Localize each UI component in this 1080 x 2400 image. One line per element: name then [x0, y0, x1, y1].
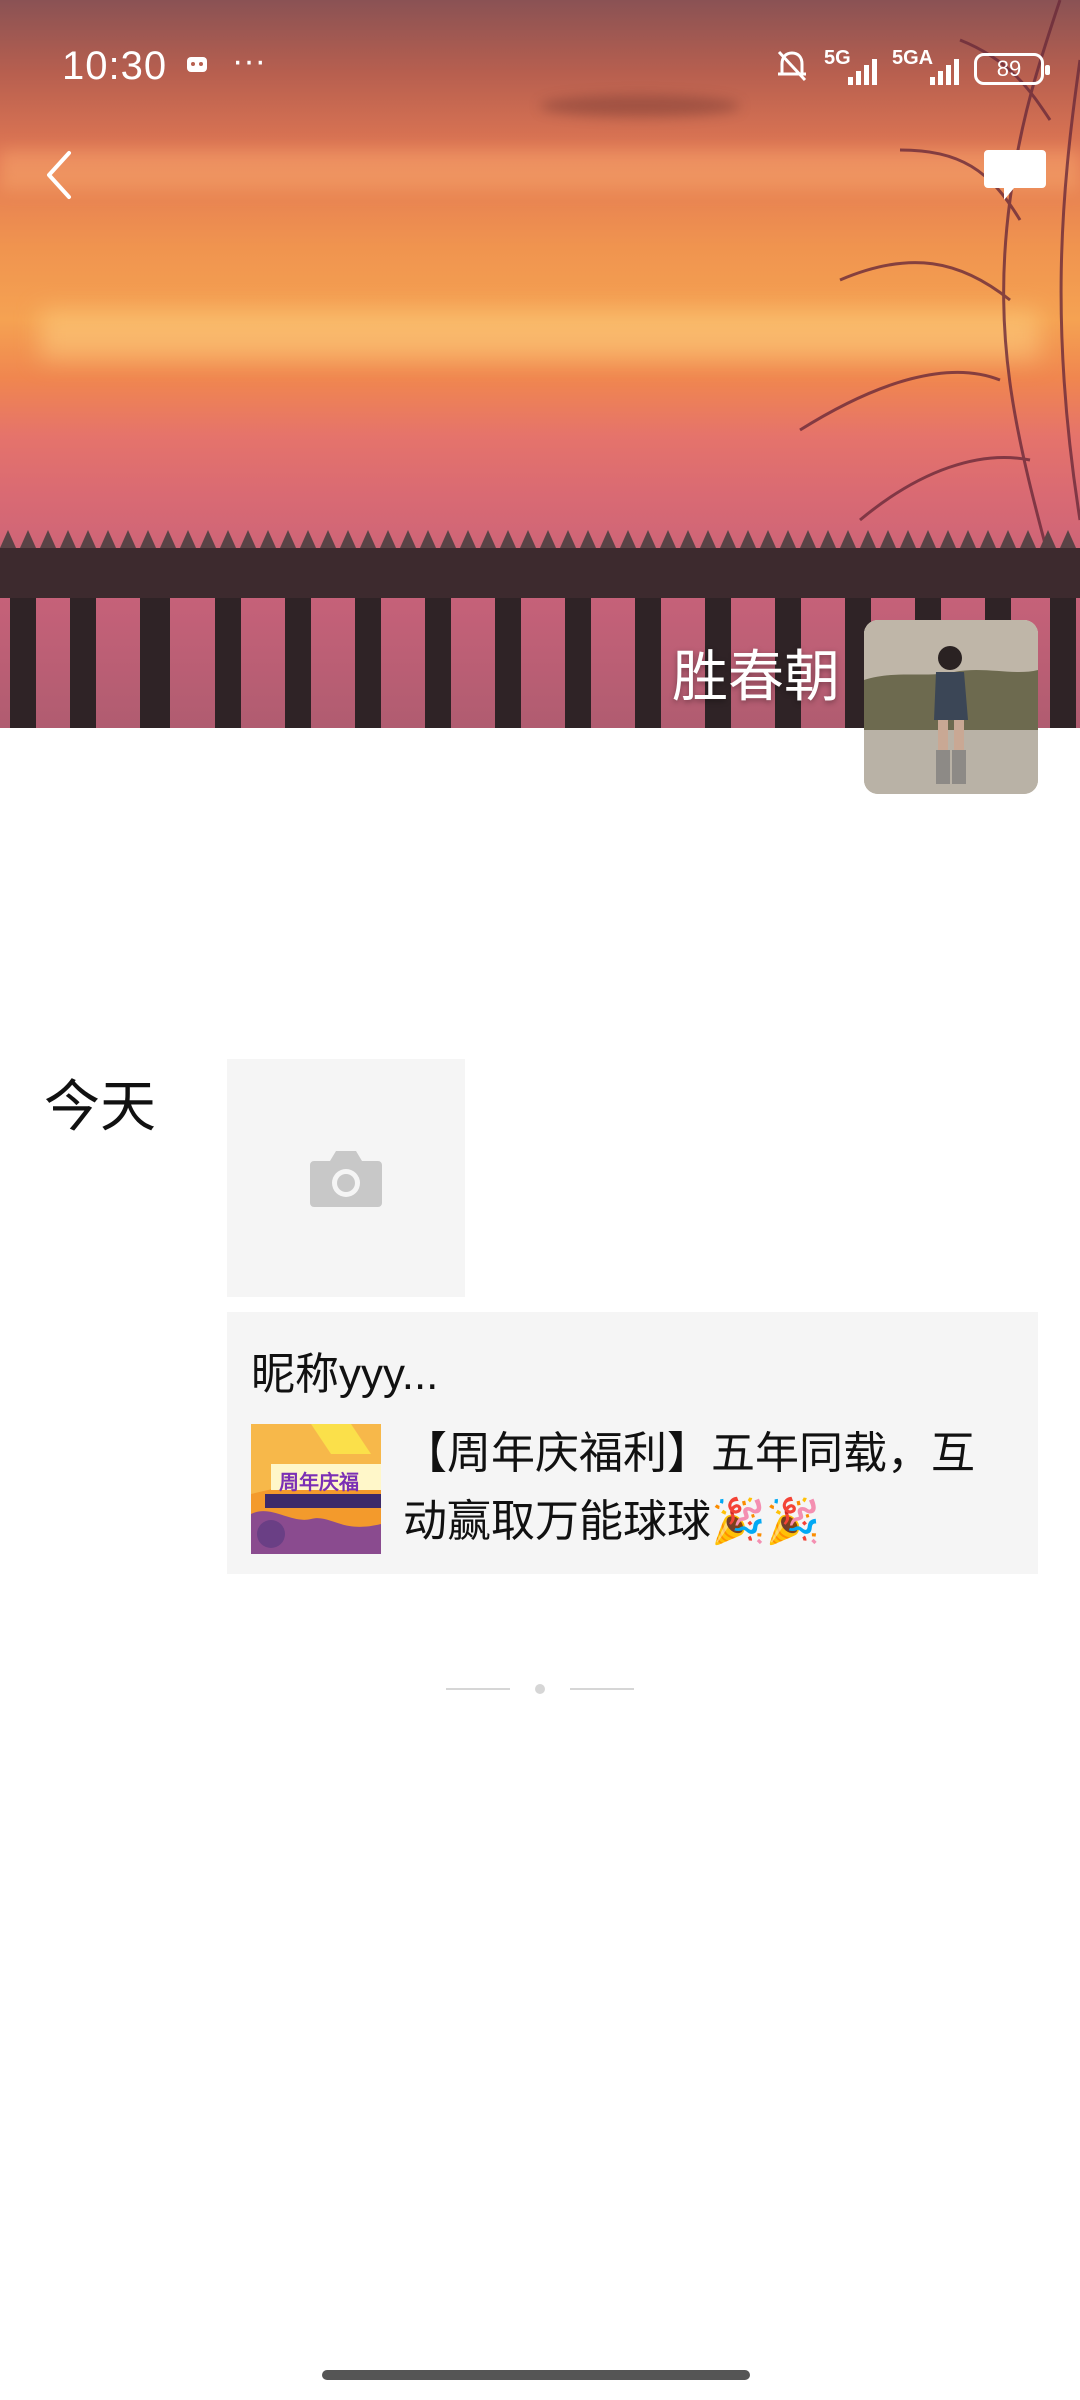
avatar-photo: [864, 620, 1038, 794]
mute-bell-icon: [772, 46, 812, 91]
home-indicator[interactable]: [322, 2370, 750, 2380]
date-label: 今天: [44, 1075, 156, 1138]
status-icons: 5G 5GA 89: [772, 46, 1050, 91]
message-icon: [984, 150, 1046, 200]
signal-icon: 5G: [824, 47, 880, 89]
share-title: 【周年庆福利】五年同载，互动赢取万能球球🎉🎉: [403, 1429, 975, 1546]
avatar[interactable]: [864, 620, 1038, 794]
thumbnail-text: 周年庆福: [279, 1472, 359, 1494]
camera-icon: [310, 1151, 382, 1207]
share-author: 昵称yyy...: [251, 1350, 439, 1399]
profile-name: 胜春朝: [672, 645, 840, 708]
more-notifications-dots: ···: [232, 42, 266, 80]
add-photo-tile[interactable]: [227, 1059, 465, 1297]
shared-post-card[interactable]: 昵称yyy... 周年庆福 【周年庆福利】五年同载，互动赢取万能球球🎉🎉: [227, 1312, 1038, 1574]
share-thumbnail: 周年庆福: [251, 1424, 381, 1554]
signal-icon: 5GA: [892, 47, 962, 89]
back-arrow-icon: [47, 151, 71, 199]
status-bar: 10:30 ··· 5G 5GA 89: [0, 0, 1080, 136]
clock: 10:30: [62, 44, 168, 88]
message-button[interactable]: [980, 144, 1050, 210]
back-button[interactable]: [28, 140, 88, 210]
end-of-feed-divider: [446, 1684, 634, 1694]
battery-level: 89: [996, 55, 1022, 81]
app-notification-icon: [184, 52, 210, 81]
battery-icon: 89: [974, 52, 1050, 85]
